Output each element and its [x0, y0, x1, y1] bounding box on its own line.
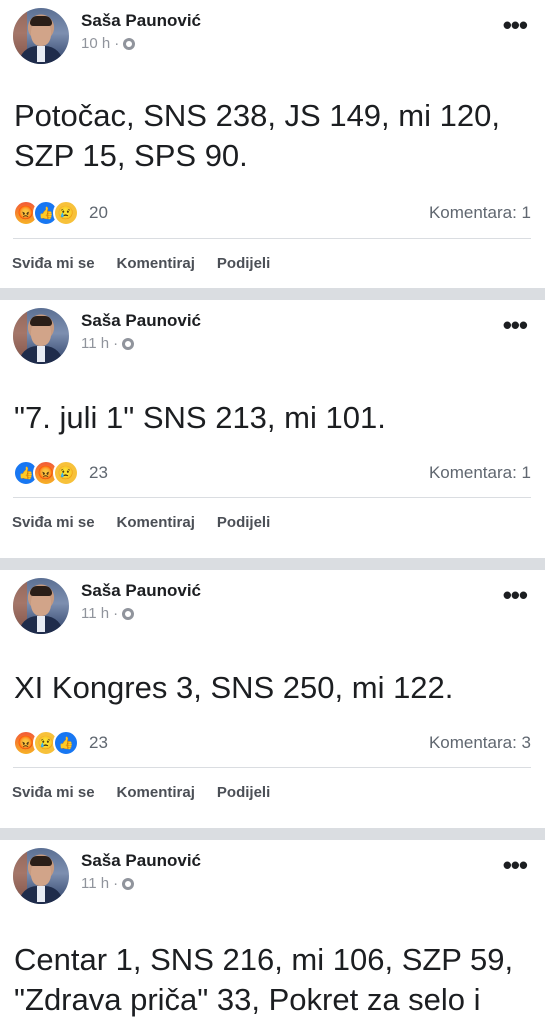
- comment-button[interactable]: Komentiraj: [117, 255, 195, 272]
- post-card: Saša Paunović 11 h · ••• XI Kongres 3, SN…: [0, 570, 545, 828]
- author-name[interactable]: Saša Paunović: [81, 581, 201, 601]
- sad-icon: 😢: [53, 200, 79, 226]
- reaction-count: 20: [89, 203, 108, 222]
- post-header: Saša Paunović 11 h ·: [13, 578, 201, 634]
- author-name[interactable]: Saša Paunović: [81, 851, 201, 871]
- share-button[interactable]: Podijeli: [217, 255, 270, 272]
- comment-count[interactable]: Komentara: 1: [429, 463, 531, 483]
- like-button[interactable]: Sviđa mi se: [12, 784, 95, 801]
- post-time[interactable]: 11 h: [81, 335, 109, 352]
- more-options-icon[interactable]: •••: [503, 312, 528, 338]
- post-card: Saša Paunović 10 h · ••• Potočac, SNS 238…: [0, 0, 545, 288]
- post-text: "7. juli 1" SNS 213, mi 101.: [14, 400, 386, 435]
- comment-button[interactable]: Komentiraj: [117, 514, 195, 531]
- divider: [13, 767, 531, 768]
- comment-button[interactable]: Komentiraj: [117, 784, 195, 801]
- share-button[interactable]: Podijeli: [217, 514, 270, 531]
- like-icon: 👍: [53, 730, 79, 756]
- avatar[interactable]: [13, 8, 69, 64]
- post-header: Saša Paunović 10 h ·: [13, 8, 201, 64]
- post-stats: 👍 😡 😢 23 Komentara: 1: [13, 460, 531, 486]
- post-time[interactable]: 10 h: [81, 35, 110, 52]
- like-button[interactable]: Sviđa mi se: [12, 255, 95, 272]
- share-button[interactable]: Podijeli: [217, 784, 270, 801]
- reactions-summary[interactable]: 👍 😡 😢 23: [13, 460, 108, 486]
- reaction-count: 23: [89, 463, 108, 482]
- avatar[interactable]: [13, 308, 69, 364]
- post-text: XI Kongres 3, SNS 250, mi 122.: [14, 670, 454, 705]
- post-header: Saša Paunović 11 h ·: [13, 308, 201, 364]
- avatar[interactable]: [13, 848, 69, 904]
- comment-count[interactable]: Komentara: 3: [429, 733, 531, 753]
- globe-icon: [122, 337, 135, 350]
- post-time[interactable]: 11 h: [81, 875, 109, 892]
- like-button[interactable]: Sviđa mi se: [12, 514, 95, 531]
- post-text: Centar 1, SNS 216, mi 106, SZP 59, "Zdra…: [14, 942, 514, 1017]
- post-card: Saša Paunović 11 h · ••• Centar 1, SNS 21…: [0, 840, 545, 1024]
- reactions-summary[interactable]: 😡 👍 😢 20: [13, 200, 108, 226]
- sad-icon: 😢: [53, 460, 79, 486]
- divider: [13, 497, 531, 498]
- author-name[interactable]: Saša Paunović: [81, 11, 201, 31]
- author-name[interactable]: Saša Paunović: [81, 311, 201, 331]
- reaction-count: 23: [89, 733, 108, 752]
- post-card: Saša Paunović 11 h · ••• "7. juli 1" SNS …: [0, 300, 545, 558]
- more-options-icon[interactable]: •••: [503, 852, 528, 878]
- post-stats: 😡 😢 👍 23 Komentara: 3: [13, 730, 531, 756]
- post-actions: Sviđa mi se Komentiraj Podijeli: [12, 255, 292, 272]
- avatar[interactable]: [13, 578, 69, 634]
- globe-icon: [122, 877, 135, 890]
- post-header: Saša Paunović 11 h ·: [13, 848, 201, 904]
- comment-count[interactable]: Komentara: 1: [429, 203, 531, 223]
- post-stats: 😡 👍 😢 20 Komentara: 1: [13, 200, 531, 226]
- divider: [13, 238, 531, 239]
- post-text: Potočac, SNS 238, JS 149, mi 120, SZP 15…: [14, 98, 500, 173]
- globe-icon: [122, 607, 135, 620]
- globe-icon: [123, 37, 136, 50]
- post-actions: Sviđa mi se Komentiraj Podijeli: [12, 784, 292, 801]
- post-time[interactable]: 11 h: [81, 605, 109, 622]
- more-options-icon[interactable]: •••: [503, 582, 528, 608]
- post-actions: Sviđa mi se Komentiraj Podijeli: [12, 514, 292, 531]
- reactions-summary[interactable]: 😡 😢 👍 23: [13, 730, 108, 756]
- more-options-icon[interactable]: •••: [503, 12, 528, 38]
